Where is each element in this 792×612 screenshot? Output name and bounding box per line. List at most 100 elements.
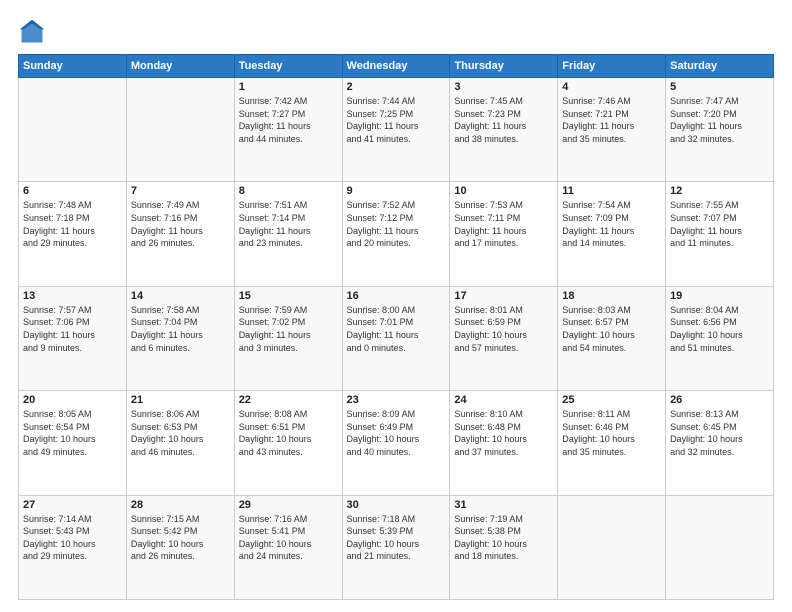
page: SundayMondayTuesdayWednesdayThursdayFrid… [0,0,792,612]
day-info: Sunrise: 8:03 AM Sunset: 6:57 PM Dayligh… [562,304,661,354]
calendar-cell: 25 Sunrise: 8:11 AM Sunset: 6:46 PM Dayli… [558,391,666,495]
calendar-cell [19,78,127,182]
day-number: 25 [562,394,661,406]
weekday-header: Thursday [450,55,558,78]
calendar-table: SundayMondayTuesdayWednesdayThursdayFrid… [18,54,774,600]
day-info: Sunrise: 7:53 AM Sunset: 7:11 PM Dayligh… [454,199,553,249]
day-number: 22 [239,394,338,406]
calendar-cell: 27 Sunrise: 7:14 AM Sunset: 5:43 PM Dayli… [19,495,127,599]
logo-icon [18,18,46,46]
day-number: 13 [23,290,122,302]
calendar-cell: 21 Sunrise: 8:06 AM Sunset: 6:53 PM Dayli… [126,391,234,495]
header [18,18,774,46]
day-info: Sunrise: 7:52 AM Sunset: 7:12 PM Dayligh… [347,199,446,249]
day-number: 5 [670,81,769,93]
calendar-cell: 8 Sunrise: 7:51 AM Sunset: 7:14 PM Daylig… [234,182,342,286]
calendar-cell: 23 Sunrise: 8:09 AM Sunset: 6:49 PM Dayli… [342,391,450,495]
calendar-cell: 29 Sunrise: 7:16 AM Sunset: 5:41 PM Dayli… [234,495,342,599]
day-number: 29 [239,499,338,511]
calendar-week-row: 1 Sunrise: 7:42 AM Sunset: 7:27 PM Daylig… [19,78,774,182]
calendar-cell: 6 Sunrise: 7:48 AM Sunset: 7:18 PM Daylig… [19,182,127,286]
day-number: 8 [239,185,338,197]
weekday-header: Wednesday [342,55,450,78]
calendar-cell: 1 Sunrise: 7:42 AM Sunset: 7:27 PM Daylig… [234,78,342,182]
day-info: Sunrise: 8:04 AM Sunset: 6:56 PM Dayligh… [670,304,769,354]
day-number: 4 [562,81,661,93]
day-info: Sunrise: 7:54 AM Sunset: 7:09 PM Dayligh… [562,199,661,249]
calendar-cell: 15 Sunrise: 7:59 AM Sunset: 7:02 PM Dayli… [234,286,342,390]
day-info: Sunrise: 7:58 AM Sunset: 7:04 PM Dayligh… [131,304,230,354]
day-number: 7 [131,185,230,197]
calendar-header: SundayMondayTuesdayWednesdayThursdayFrid… [19,55,774,78]
calendar-cell [126,78,234,182]
calendar-cell: 5 Sunrise: 7:47 AM Sunset: 7:20 PM Daylig… [666,78,774,182]
day-info: Sunrise: 7:47 AM Sunset: 7:20 PM Dayligh… [670,95,769,145]
day-number: 31 [454,499,553,511]
day-number: 19 [670,290,769,302]
day-info: Sunrise: 7:46 AM Sunset: 7:21 PM Dayligh… [562,95,661,145]
weekday-row: SundayMondayTuesdayWednesdayThursdayFrid… [19,55,774,78]
day-number: 20 [23,394,122,406]
day-info: Sunrise: 8:08 AM Sunset: 6:51 PM Dayligh… [239,408,338,458]
day-number: 16 [347,290,446,302]
day-info: Sunrise: 7:16 AM Sunset: 5:41 PM Dayligh… [239,513,338,563]
calendar-cell: 28Sunrise: 7:15 AM Sunset: 5:42 PM Dayli… [126,495,234,599]
day-info: Sunrise: 7:48 AM Sunset: 7:18 PM Dayligh… [23,199,122,249]
day-info: Sunrise: 8:00 AM Sunset: 7:01 PM Dayligh… [347,304,446,354]
day-info: Sunrise: 7:42 AM Sunset: 7:27 PM Dayligh… [239,95,338,145]
calendar-cell: 4 Sunrise: 7:46 AM Sunset: 7:21 PM Daylig… [558,78,666,182]
day-info: Sunrise: 7:18 AM Sunset: 5:39 PM Dayligh… [347,513,446,563]
day-number: 26 [670,394,769,406]
calendar-cell: 11 Sunrise: 7:54 AM Sunset: 7:09 PM Dayli… [558,182,666,286]
day-info: Sunrise: 8:11 AM Sunset: 6:46 PM Dayligh… [562,408,661,458]
day-info: Sunrise: 8:09 AM Sunset: 6:49 PM Dayligh… [347,408,446,458]
weekday-header: Monday [126,55,234,78]
day-number: 11 [562,185,661,197]
weekday-header: Saturday [666,55,774,78]
day-number: 21 [131,394,230,406]
calendar-week-row: 6 Sunrise: 7:48 AM Sunset: 7:18 PM Daylig… [19,182,774,286]
calendar-cell: 26 Sunrise: 8:13 AM Sunset: 6:45 PM Dayli… [666,391,774,495]
day-number: 3 [454,81,553,93]
calendar-body: 1 Sunrise: 7:42 AM Sunset: 7:27 PM Daylig… [19,78,774,600]
day-number: 24 [454,394,553,406]
calendar-week-row: 20Sunrise: 8:05 AM Sunset: 6:54 PM Dayli… [19,391,774,495]
calendar-cell: 19 Sunrise: 8:04 AM Sunset: 6:56 PM Dayli… [666,286,774,390]
calendar-cell: 18Sunrise: 8:03 AM Sunset: 6:57 PM Dayli… [558,286,666,390]
day-number: 10 [454,185,553,197]
day-info: Sunrise: 8:13 AM Sunset: 6:45 PM Dayligh… [670,408,769,458]
day-number: 23 [347,394,446,406]
calendar-cell: 20Sunrise: 8:05 AM Sunset: 6:54 PM Dayli… [19,391,127,495]
day-number: 1 [239,81,338,93]
day-info: Sunrise: 7:45 AM Sunset: 7:23 PM Dayligh… [454,95,553,145]
day-number: 15 [239,290,338,302]
day-number: 14 [131,290,230,302]
calendar-cell: 22 Sunrise: 8:08 AM Sunset: 6:51 PM Dayli… [234,391,342,495]
weekday-header: Friday [558,55,666,78]
day-info: Sunrise: 7:19 AM Sunset: 5:38 PM Dayligh… [454,513,553,563]
calendar-cell [666,495,774,599]
calendar-cell: 24Sunrise: 8:10 AM Sunset: 6:48 PM Dayli… [450,391,558,495]
calendar-cell [558,495,666,599]
day-info: Sunrise: 7:15 AM Sunset: 5:42 PM Dayligh… [131,513,230,563]
calendar-cell: 16 Sunrise: 8:00 AM Sunset: 7:01 PM Dayli… [342,286,450,390]
calendar-week-row: 13Sunrise: 7:57 AM Sunset: 7:06 PM Dayli… [19,286,774,390]
day-info: Sunrise: 7:59 AM Sunset: 7:02 PM Dayligh… [239,304,338,354]
day-number: 12 [670,185,769,197]
calendar-cell: 30Sunrise: 7:18 AM Sunset: 5:39 PM Dayli… [342,495,450,599]
calendar-cell: 17Sunrise: 8:01 AM Sunset: 6:59 PM Dayli… [450,286,558,390]
day-number: 6 [23,185,122,197]
logo [18,18,50,46]
day-info: Sunrise: 7:49 AM Sunset: 7:16 PM Dayligh… [131,199,230,249]
calendar-cell: 10 Sunrise: 7:53 AM Sunset: 7:11 PM Dayli… [450,182,558,286]
calendar-cell: 14 Sunrise: 7:58 AM Sunset: 7:04 PM Dayli… [126,286,234,390]
day-info: Sunrise: 8:06 AM Sunset: 6:53 PM Dayligh… [131,408,230,458]
day-info: Sunrise: 7:44 AM Sunset: 7:25 PM Dayligh… [347,95,446,145]
calendar-week-row: 27 Sunrise: 7:14 AM Sunset: 5:43 PM Dayli… [19,495,774,599]
day-number: 27 [23,499,122,511]
day-info: Sunrise: 7:51 AM Sunset: 7:14 PM Dayligh… [239,199,338,249]
day-info: Sunrise: 7:14 AM Sunset: 5:43 PM Dayligh… [23,513,122,563]
day-info: Sunrise: 7:55 AM Sunset: 7:07 PM Dayligh… [670,199,769,249]
day-info: Sunrise: 8:01 AM Sunset: 6:59 PM Dayligh… [454,304,553,354]
calendar-cell: 13Sunrise: 7:57 AM Sunset: 7:06 PM Dayli… [19,286,127,390]
